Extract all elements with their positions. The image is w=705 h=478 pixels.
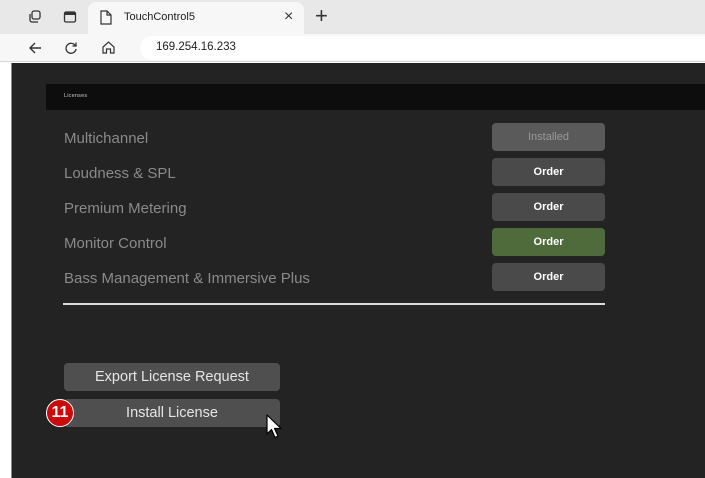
- browser-tab[interactable]: TouchControl5 ×: [88, 2, 304, 34]
- license-name-loudness: Loudness & SPL: [64, 165, 176, 182]
- premium-metering-order-button[interactable]: Order: [492, 193, 605, 221]
- page-icon: [100, 10, 112, 30]
- url-input[interactable]: 169.254.16.233: [140, 36, 705, 60]
- multichannel-installed-button: Installed: [492, 123, 605, 151]
- refresh-icon[interactable]: [64, 41, 78, 60]
- licenses-header: Licenses: [46, 84, 705, 110]
- install-license-button[interactable]: Install License: [64, 399, 280, 427]
- tab-title: TouchControl5: [124, 11, 195, 23]
- step-badge: 11: [46, 399, 74, 427]
- export-license-request-button[interactable]: Export License Request: [64, 363, 280, 391]
- browser-address-bar: 169.254.16.233: [0, 34, 705, 62]
- workspaces-icon[interactable]: [28, 10, 42, 29]
- divider: [63, 303, 605, 305]
- back-arrow-icon[interactable]: [28, 41, 42, 60]
- app-content: Licenses Multichannel Installed Loudness…: [11, 63, 705, 478]
- close-tab-icon[interactable]: ×: [284, 8, 293, 26]
- browser-tab-strip: TouchControl5 × +: [0, 0, 705, 34]
- monitor-control-order-button[interactable]: Order: [492, 228, 605, 256]
- mouse-pointer-icon: [266, 414, 284, 445]
- url-text: 169.254.16.233: [156, 41, 236, 53]
- loudness-order-button[interactable]: Order: [492, 158, 605, 186]
- license-name-multichannel: Multichannel: [64, 130, 149, 147]
- section-title: Licenses: [64, 93, 88, 99]
- license-name-monitor-control: Monitor Control: [64, 235, 167, 252]
- tab-actions-icon[interactable]: [63, 10, 77, 29]
- new-tab-icon[interactable]: +: [315, 3, 328, 29]
- bass-management-order-button[interactable]: Order: [492, 263, 605, 291]
- license-name-premium-metering: Premium Metering: [64, 200, 187, 217]
- home-icon[interactable]: [101, 40, 116, 60]
- license-name-bass-management: Bass Management & Immersive Plus: [64, 270, 310, 287]
